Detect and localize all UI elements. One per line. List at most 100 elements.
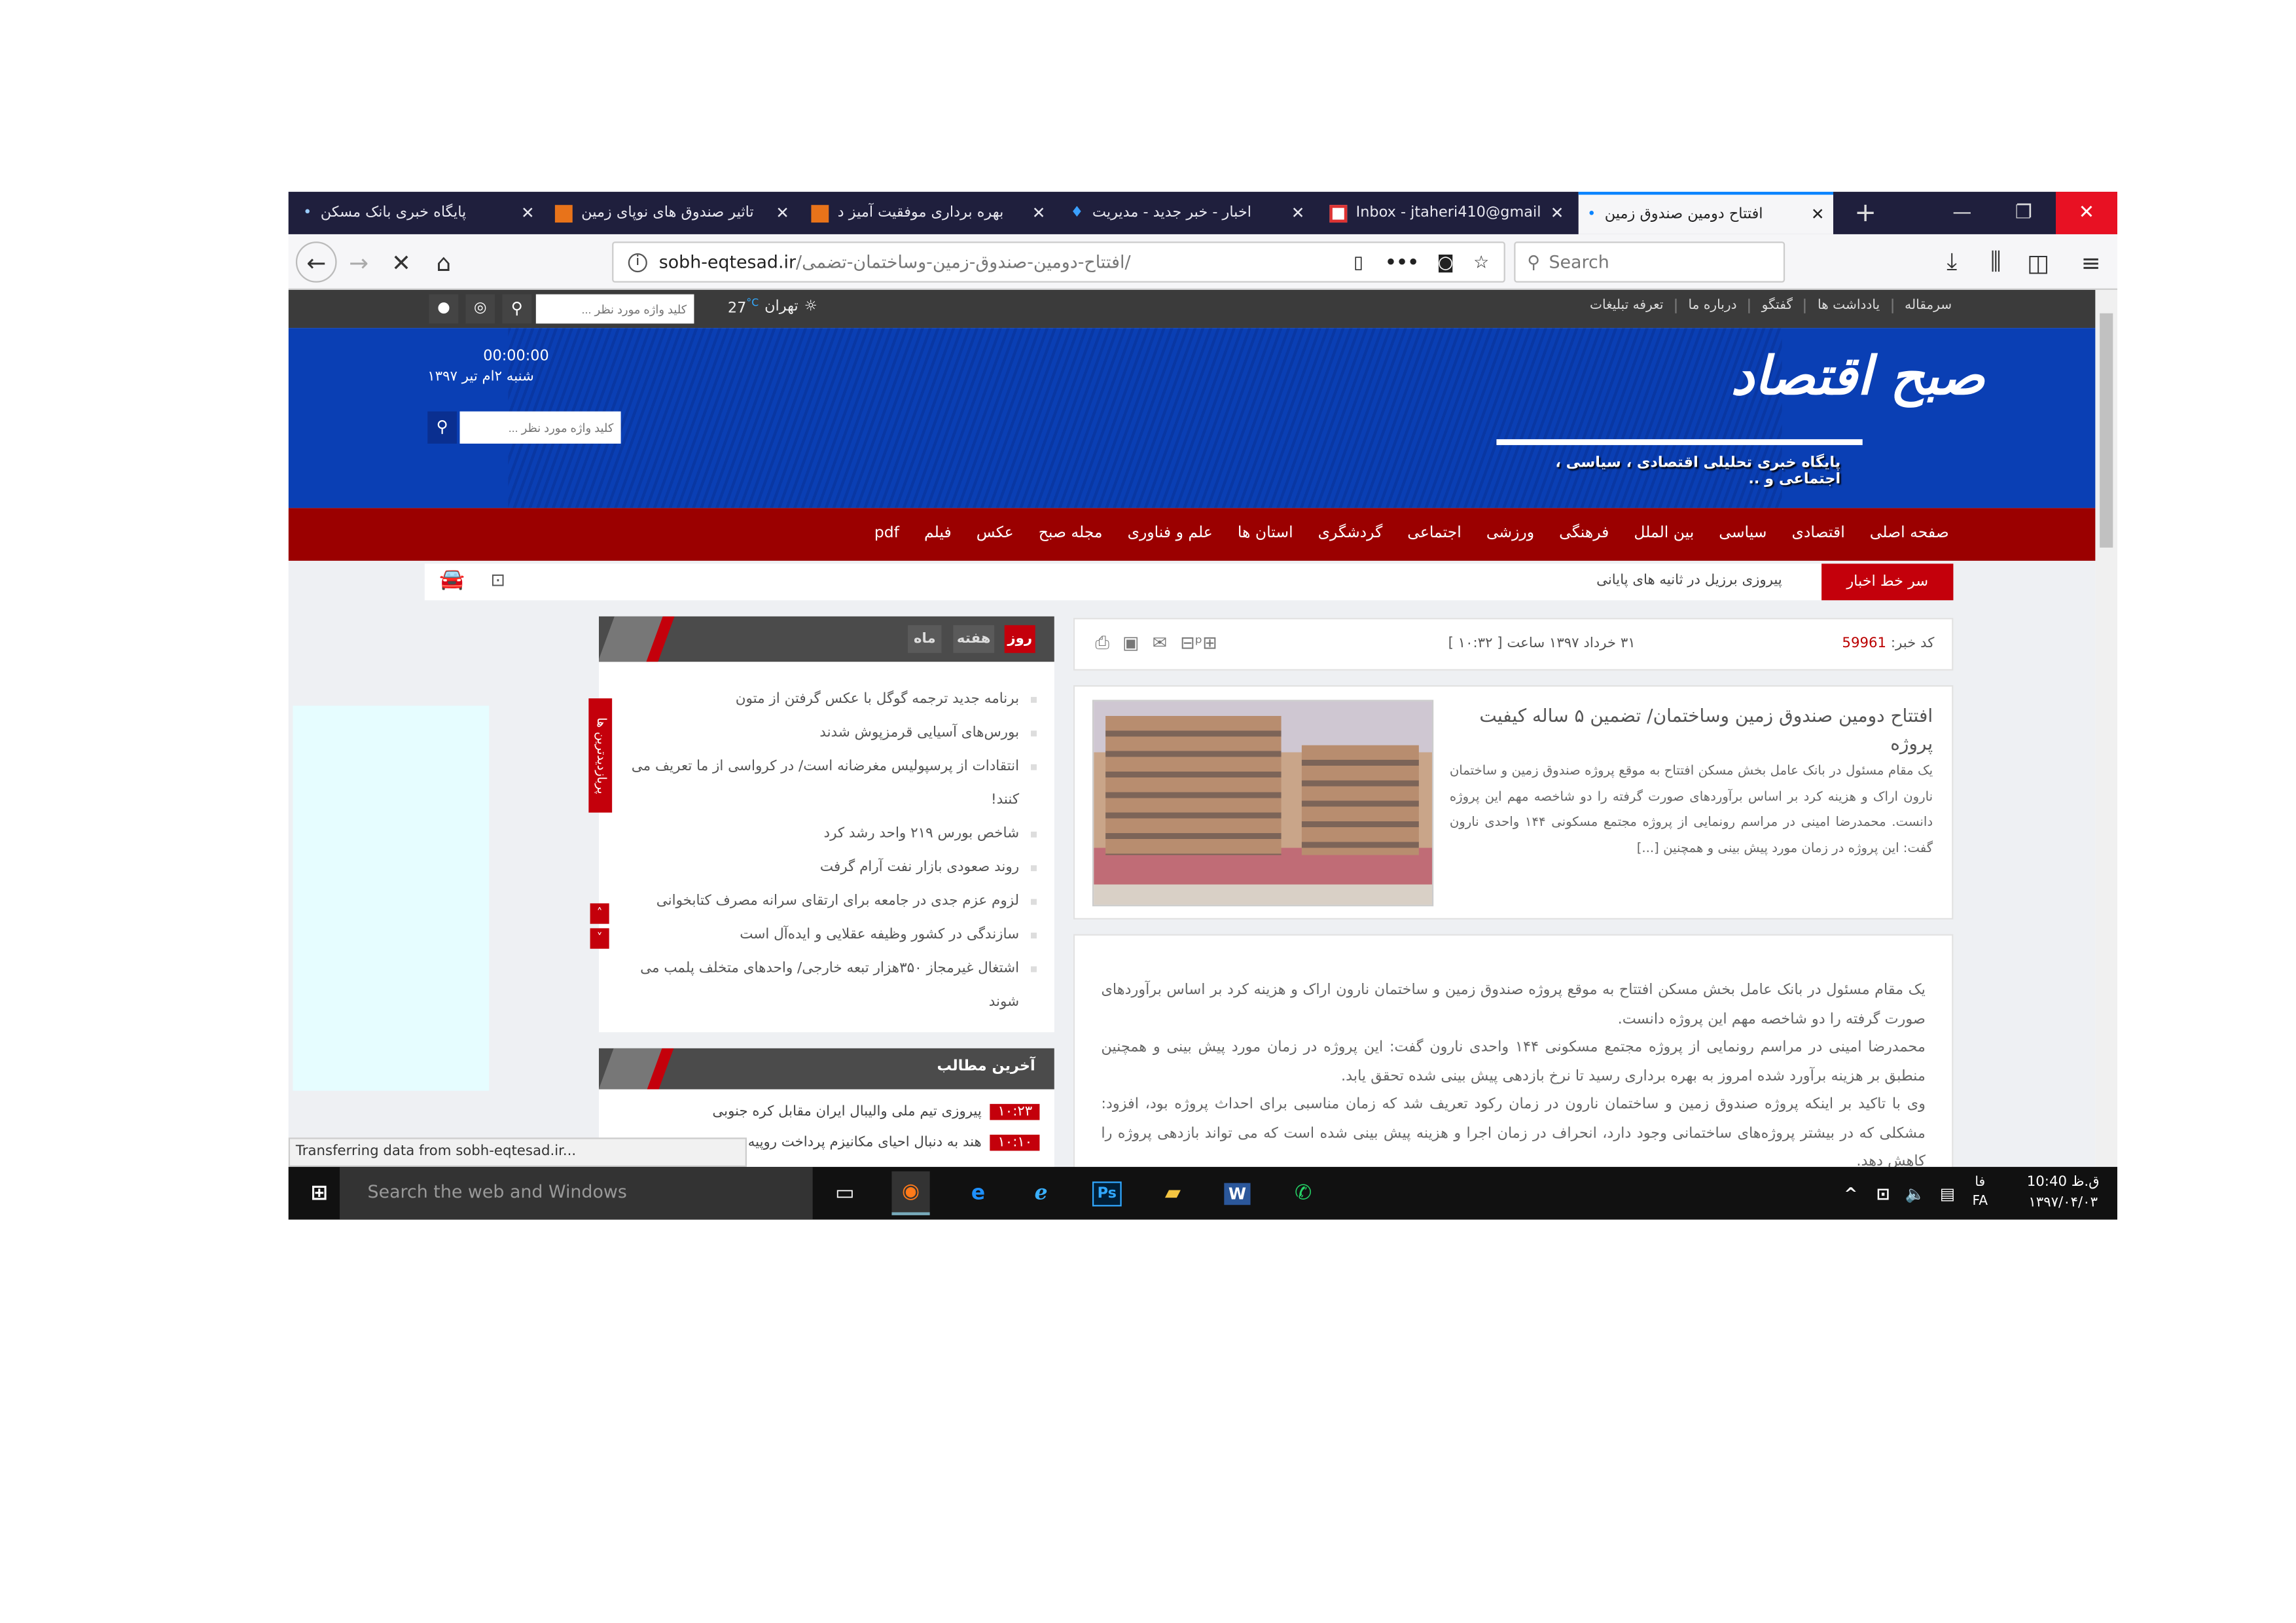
scroll-down-button[interactable]: ˅	[590, 928, 609, 949]
forward-button[interactable]: →	[341, 245, 376, 280]
site-favicon-icon	[811, 204, 829, 222]
email-icon[interactable]: ✉	[1153, 632, 1168, 654]
search-button[interactable]: ⚲	[502, 294, 532, 324]
menu-photo[interactable]: عکس	[977, 524, 1014, 542]
page-scrollbar[interactable]	[2095, 289, 2117, 1168]
url-bar[interactable]: i sobh-eqtesad.ir/افتتاح-دومین-صندوق-زمی…	[612, 241, 1505, 283]
taskbar-clock[interactable]: 10:40 ق.ظ ۱۳۹۷/۰۴/۰۳	[2017, 1173, 2110, 1214]
tab-month[interactable]: ماه	[908, 625, 942, 653]
library-icon[interactable]: ⫼	[1978, 245, 2013, 280]
instagram-icon[interactable]: ◎	[465, 294, 495, 324]
close-tab-icon[interactable]: ✕	[521, 204, 535, 223]
reader-view-icon[interactable]: ▯	[1354, 252, 1363, 272]
article-image[interactable]	[1092, 700, 1434, 906]
ticker-headline[interactable]: پیروزی برزیل در ثانیه های پایانی	[1596, 573, 1782, 589]
menu-political[interactable]: سیاسی	[1719, 524, 1767, 542]
tab-akhbar[interactable]: ♦ اخبار - خبر جدید - مدیریت ✕	[1062, 192, 1314, 234]
task-view-icon[interactable]: ▭	[826, 1175, 864, 1211]
word-icon[interactable]: W	[1218, 1175, 1256, 1211]
print-icon[interactable]: ⎙	[1095, 632, 1109, 654]
list-item[interactable]: سازندگی در کشور وظیفه عقلایی و ایده‌آل ا…	[613, 918, 1039, 952]
article-body: یک مقام مسئول در بانک عامل بخش مسکن افتت…	[1073, 934, 1954, 1168]
home-button[interactable]: ⌂	[426, 245, 461, 280]
close-tab-icon[interactable]: ✕	[1811, 205, 1825, 224]
top-link-ad-rates[interactable]: تعرفه تبلیغات	[1590, 298, 1677, 313]
list-item[interactable]: روند صعودی بازار نفت آرام گرفت	[613, 851, 1039, 884]
stop-button[interactable]: ✕	[384, 245, 419, 280]
close-tab-icon[interactable]: ✕	[1551, 204, 1564, 223]
scroll-up-button[interactable]: ˄	[590, 903, 609, 924]
menu-tourism[interactable]: گردشگری	[1318, 524, 1383, 542]
close-window-button[interactable]: ✕	[2056, 192, 2117, 234]
list-item[interactable]: لزوم عزم جدی در جامعه برای ارتقای سرانه …	[613, 884, 1039, 918]
browser-search-box[interactable]: ⚲ Search	[1514, 241, 1785, 283]
top-link-notes[interactable]: یادداشت ها	[1818, 298, 1893, 313]
menu-magazine[interactable]: مجله صبح	[1039, 524, 1103, 542]
tab-active-article[interactable]: • افتتاح دومین صندوق زمین ✕	[1578, 192, 1833, 234]
back-button[interactable]: ←	[295, 241, 337, 283]
menu-icon[interactable]: ≡	[2073, 245, 2109, 280]
download-icon[interactable]: ⤓	[1934, 245, 1969, 280]
tab-week[interactable]: هفته	[953, 625, 995, 653]
pocket-icon[interactable]: ◙	[1437, 252, 1454, 272]
car-icon[interactable]: 🚘	[439, 568, 465, 592]
page-actions-icon[interactable]: •••	[1385, 252, 1418, 272]
article-lead-text: یک مقام مسئول در بانک عامل بخش مسکن افتت…	[1449, 764, 1933, 856]
close-tab-icon[interactable]: ✕	[776, 204, 789, 223]
top-link-about[interactable]: درباره ما	[1689, 298, 1750, 313]
list-item[interactable]: انتقادات از پرسپولیس مغرضانه است/ در کرو…	[613, 749, 1039, 817]
search-icon: ⚲	[1527, 251, 1541, 273]
top-link-editorial[interactable]: سرمقاله	[1905, 298, 1952, 313]
menu-international[interactable]: بین الملل	[1634, 524, 1694, 542]
bookmark-star-icon[interactable]: ☆	[1473, 252, 1489, 272]
tab-gmail[interactable]: Inbox - jtaheri410@gmail ✕	[1321, 192, 1573, 234]
notifications-icon[interactable]: ▤	[1928, 1175, 1966, 1211]
menu-home[interactable]: صفحه اصلی	[1870, 524, 1949, 542]
camera-icon[interactable]: ⊡	[490, 569, 505, 590]
tab-sandogh[interactable]: تاثیر صندوق های نوپای زمین ✕	[546, 192, 798, 234]
menu-video[interactable]: فیلم	[924, 524, 952, 542]
firefox-icon[interactable]: ◉	[891, 1171, 930, 1215]
list-item[interactable]: اشتغال غیرمجاز ۳۵۰هزار تبعه خارجی/ واحده…	[613, 952, 1039, 1019]
header-search-button[interactable]: ⚲	[427, 411, 457, 444]
minimize-button[interactable]: —	[1931, 192, 1993, 234]
menu-cultural[interactable]: فرهنگی	[1559, 524, 1609, 542]
latest-item[interactable]: ۱۰:۲۳ پیروزی تیم ملی والیبال ایران مقابل …	[712, 1103, 1040, 1120]
menu-pdf[interactable]: pdf	[874, 524, 899, 542]
site-logo[interactable]: صبح اقتصاد	[1731, 346, 1984, 407]
sidebar-icon[interactable]: ◫	[2020, 245, 2056, 280]
whatsapp-icon[interactable]: ✆	[1284, 1175, 1322, 1211]
file-explorer-icon[interactable]: ▰	[1154, 1175, 1192, 1211]
tab-bank-maskan[interactable]: • پایگاه خبری بانک مسکن ✕	[295, 192, 543, 234]
menu-economic[interactable]: اقتصادی	[1792, 524, 1845, 542]
edge-icon[interactable]: e	[959, 1175, 997, 1211]
font-size-icon[interactable]: ⊟ᵖ⊞	[1180, 632, 1217, 654]
restore-button[interactable]: ❐	[1993, 192, 2054, 234]
top-link-interview[interactable]: گفتگو	[1762, 298, 1806, 313]
menu-provinces[interactable]: استان ها	[1238, 524, 1293, 542]
language-indicator[interactable]: فا FA	[1973, 1174, 1988, 1212]
tab-title: اخبار - خبر جدید - مدیریت	[1092, 205, 1251, 221]
latest-item[interactable]: ۱۰:۱۰ هند به دنبال احیای مکانیزم پرداخت ر…	[748, 1134, 1040, 1151]
new-tab-button[interactable]: +	[1835, 192, 1896, 234]
tab-bahre-bardari[interactable]: بهره برداری موفقیت آمیز د ✕	[802, 192, 1054, 234]
menu-science[interactable]: علم و فناوری	[1128, 524, 1213, 542]
list-item[interactable]: برنامه جدید ترجمه گوگل با عکس گرفتن از م…	[613, 683, 1039, 716]
list-item[interactable]: بورس‌های آسیایی قرمزپوش شدند	[613, 716, 1039, 749]
windows-start-icon[interactable]: ⊞	[300, 1175, 338, 1211]
close-tab-icon[interactable]: ✕	[1032, 204, 1046, 223]
top-search-input[interactable]	[535, 294, 694, 324]
menu-social[interactable]: اجتماعی	[1407, 524, 1461, 542]
list-item[interactable]: شاخص بورس ۲۱۹ واحد رشد کرد	[613, 817, 1039, 850]
info-icon[interactable]: i	[628, 252, 647, 272]
header-search-input[interactable]	[459, 411, 621, 444]
taskbar-search[interactable]: Search the web and Windows	[340, 1167, 813, 1220]
tab-day[interactable]: روز	[1004, 625, 1035, 653]
save-icon[interactable]: ▣	[1122, 632, 1139, 654]
internet-explorer-icon[interactable]: ℯ	[1022, 1175, 1060, 1211]
telegram-icon[interactable]: ●	[429, 294, 459, 324]
close-tab-icon[interactable]: ✕	[1291, 204, 1305, 223]
menu-sports[interactable]: ورزشی	[1486, 524, 1534, 542]
scrollbar-thumb[interactable]	[2100, 313, 2113, 548]
photoshop-icon[interactable]: Ps	[1088, 1175, 1126, 1211]
